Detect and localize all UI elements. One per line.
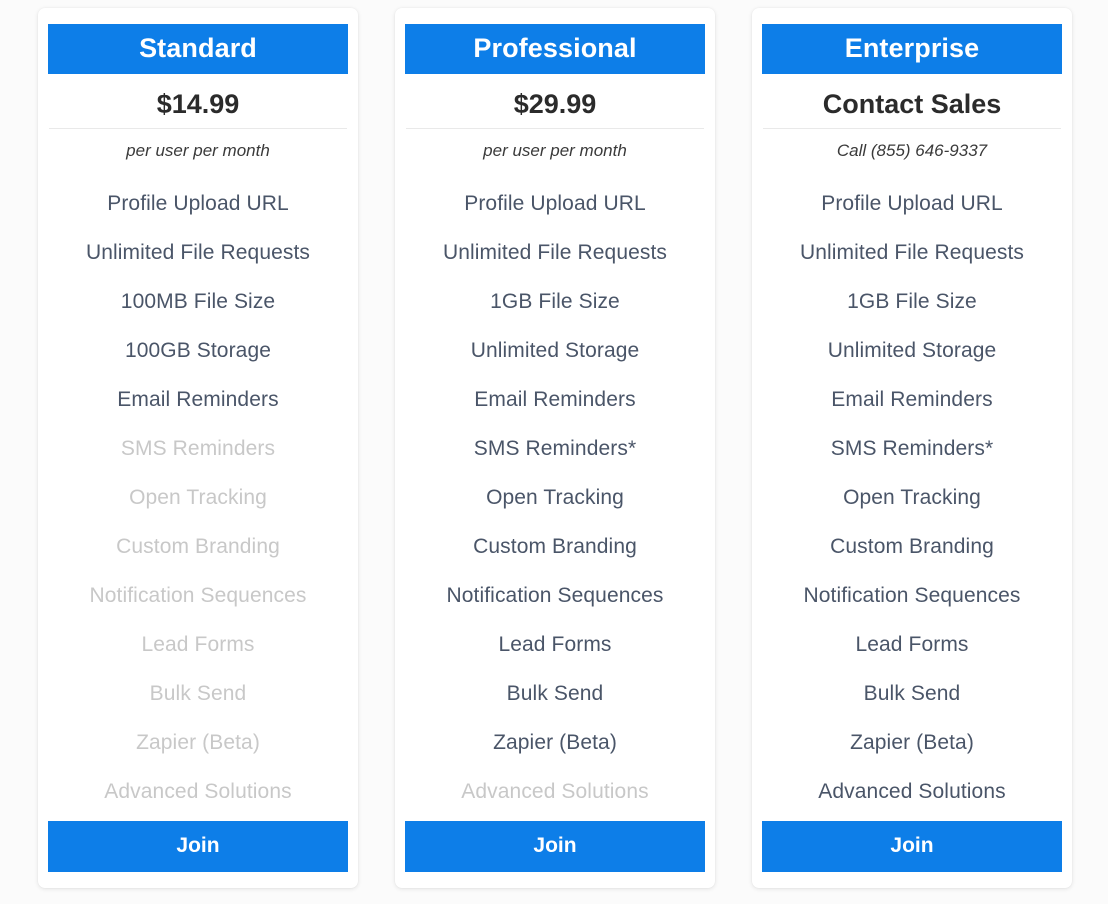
feature-item: 100MB File Size [120,289,276,313]
feature-item: Notification Sequences [446,583,664,607]
feature-item: Zapier (Beta) [850,730,974,754]
feature-item: SMS Reminders [120,436,276,460]
feature-item: Profile Upload URL [464,191,646,215]
feature-item: Custom Branding [830,534,994,558]
plan-card-enterprise: Enterprise Contact Sales Call (855) 646-93… [752,8,1072,888]
plan-price: $29.99 [406,74,704,130]
feature-item: 1GB File Size [490,289,620,313]
feature-item: Unlimited File Requests [799,240,1025,264]
feature-item: Custom Branding [473,534,637,558]
feature-item: Bulk Send [149,681,247,705]
feature-item: Custom Branding [116,534,280,558]
feature-item: Lead Forms [498,632,612,656]
plan-subtitle: per user per month [483,141,627,161]
plan-card-professional: Professional $29.99 per user per month Prof… [395,8,715,888]
feature-item: Open Tracking [129,485,267,509]
feature-item: Unlimited Storage [827,338,997,362]
plan-price: Contact Sales [763,74,1061,130]
feature-item: Bulk Send [506,681,604,705]
feature-list: Profile Upload URL Unlimited File Request… [762,161,1062,821]
plan-card-standard: Standard $14.99 per user per month Profile … [38,8,358,888]
plan-price: $14.99 [49,74,347,130]
plan-name: Standard [48,24,348,75]
feature-item: Email Reminders [117,387,279,411]
feature-item: Unlimited File Requests [442,240,668,264]
feature-item: Email Reminders [831,387,993,411]
feature-item: Advanced Solutions [461,779,649,803]
plan-subtitle: Call (855) 646-9337 [836,141,988,161]
join-button[interactable]: Join [405,820,705,872]
feature-list: Profile Upload URL Unlimited File Request… [48,161,348,821]
feature-item: Advanced Solutions [818,779,1006,803]
join-button[interactable]: Join [48,820,348,872]
pricing-table: Standard $14.99 per user per month Profile … [0,0,1108,904]
feature-item: SMS Reminders* [473,436,637,460]
feature-item: Unlimited Storage [470,338,640,362]
feature-item: Bulk Send [863,681,961,705]
feature-item: Profile Upload URL [821,191,1003,215]
feature-item: Open Tracking [486,485,624,509]
feature-item: Lead Forms [141,632,255,656]
feature-item: Advanced Solutions [104,779,292,803]
plan-name: Professional [405,24,705,75]
feature-item: 100GB Storage [124,338,272,362]
feature-item: SMS Reminders* [830,436,994,460]
feature-item: Email Reminders [474,387,636,411]
feature-list: Profile Upload URL Unlimited File Request… [405,161,705,821]
plan-name: Enterprise [762,24,1062,75]
join-button[interactable]: Join [762,820,1062,872]
feature-item: Unlimited File Requests [85,240,311,264]
feature-item: Lead Forms [855,632,969,656]
feature-item: Zapier (Beta) [493,730,617,754]
feature-item: Profile Upload URL [107,191,289,215]
feature-item: Notification Sequences [803,583,1021,607]
plan-subtitle: per user per month [126,141,270,161]
feature-item: Open Tracking [843,485,981,509]
feature-item: Zapier (Beta) [136,730,260,754]
feature-item: 1GB File Size [847,289,977,313]
feature-item: Notification Sequences [89,583,307,607]
